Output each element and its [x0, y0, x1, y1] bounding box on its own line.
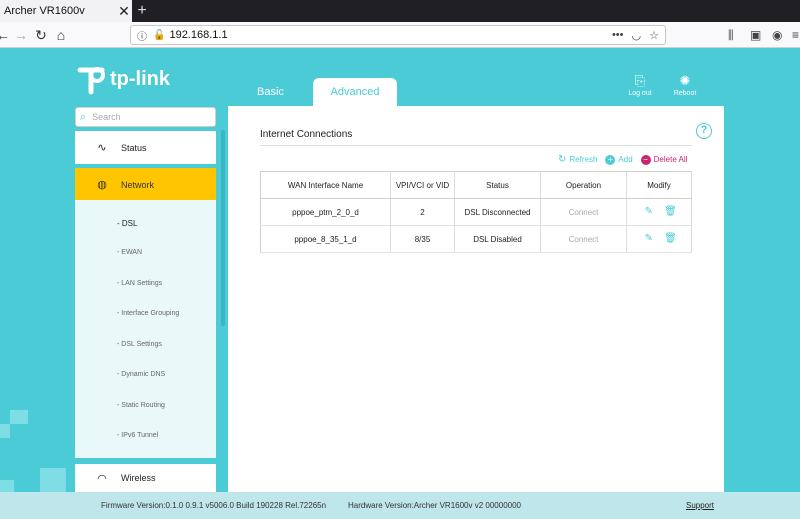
sidebar-subitem-interface-grouping[interactable]: - Interface Grouping — [117, 310, 179, 317]
pulse-icon: ∿ — [97, 142, 107, 154]
modify-cell: ✎ 🗑 — [626, 198, 692, 226]
menu-icon[interactable]: ≡ — [792, 26, 799, 44]
section-title: Internet Connections — [260, 129, 353, 140]
vid-cell: 8/35 — [390, 225, 455, 253]
reboot-button[interactable]: ✺ Reboot — [670, 73, 700, 98]
wan-name-cell: pppoe_ptm_2_0_d — [260, 198, 391, 226]
add-button[interactable]: + Add — [605, 154, 633, 165]
sidebar-item-wireless[interactable]: ◠ Wireless — [75, 464, 216, 492]
sidebar-subitem-static-routing[interactable]: - Static Routing — [117, 402, 165, 409]
address-bar[interactable]: ⓘ 🔓 192.168.1.1 ••• ◡ ☆ — [130, 25, 666, 45]
column-header: Operation — [540, 171, 627, 199]
network-submenu: - DSL - EWAN - LAN Settings - Interface … — [75, 200, 216, 458]
sidebar-subitem-dsl[interactable]: - DSL — [117, 219, 137, 228]
forward-icon[interactable]: → — [12, 26, 30, 44]
delete-all-button[interactable]: − Delete All — [640, 154, 688, 165]
globe-icon: ◍ — [97, 179, 107, 191]
refresh-icon: ↻ — [558, 154, 567, 165]
logout-label: Log out — [628, 90, 652, 97]
reload-icon[interactable]: ↻ — [32, 26, 50, 44]
tab-basic[interactable]: Basic — [257, 86, 284, 98]
bookmark-star-icon[interactable]: ☆ — [649, 29, 659, 42]
browser-tab[interactable]: Archer VR1600v ✕ — [0, 0, 132, 22]
back-icon[interactable]: ← — [0, 26, 12, 44]
wan-table: WAN Interface Name VPI/VCI or VID Status… — [260, 171, 692, 253]
section-divider — [260, 145, 692, 146]
delete-all-label: Delete All — [653, 155, 688, 164]
tplink-logo-icon — [76, 62, 106, 96]
sidebar-subitem-ipv6-tunnel[interactable]: - IPv6 Tunnel — [117, 432, 158, 439]
refresh-button[interactable]: ↻ Refresh — [558, 154, 597, 165]
column-header: VPI/VCI or VID — [390, 171, 455, 199]
sidebar-item-label: Wireless — [121, 473, 156, 483]
support-link[interactable]: Support — [686, 501, 714, 510]
main-content: ? Internet Connections ↻ Refresh + Add −… — [228, 106, 724, 519]
sidebar-subitem-dsl-settings[interactable]: - DSL Settings — [117, 341, 162, 348]
insecure-lock-icon[interactable]: 🔓 — [153, 30, 165, 41]
url-text: 192.168.1.1 — [169, 29, 228, 41]
add-label: Add — [618, 155, 633, 164]
sidebar-item-label: Network — [121, 179, 155, 190]
connect-button[interactable]: Connect — [540, 198, 627, 226]
trash-icon[interactable]: 🗑 — [664, 207, 677, 217]
vid-cell: 2 — [390, 198, 455, 226]
info-icon[interactable]: ⓘ — [137, 28, 147, 43]
search-input[interactable] — [92, 112, 203, 122]
browser-tabbar: Archer VR1600v ✕ + — [0, 0, 800, 22]
logout-button[interactable]: ⎘ Log out — [625, 73, 655, 98]
help-icon[interactable]: ? — [696, 123, 712, 139]
refresh-label: Refresh — [569, 155, 598, 164]
search-box[interactable]: ⌕ — [75, 107, 216, 127]
column-header: Modify — [626, 171, 692, 199]
close-tab-icon[interactable]: ✕ — [116, 3, 132, 20]
sidebar-subitem-ewan[interactable]: - EWAN — [117, 249, 142, 256]
sidebar-subitem-lan-settings[interactable]: - LAN Settings — [117, 280, 162, 287]
edit-icon[interactable]: ✎ — [644, 207, 654, 217]
table-row: pppoe_8_35_1_d 8/35 DSL Disabled Connect… — [260, 225, 692, 253]
table-actions: ↻ Refresh + Add − Delete All — [558, 154, 687, 165]
footer: Firmware Version:0.1.0 0.9.1 v5006.0 Bui… — [0, 492, 800, 519]
table-row: pppoe_ptm_2_0_d 2 DSL Disconnected Conne… — [260, 198, 692, 226]
pocket-icon[interactable]: ◡ — [632, 29, 642, 42]
new-tab-button[interactable]: + — [134, 0, 150, 22]
tplink-logo: tp-link — [76, 62, 170, 96]
sidebar-toggle-icon[interactable]: ▣ — [750, 26, 761, 44]
sidebar-subitem-dynamic-dns[interactable]: - Dynamic DNS — [117, 371, 165, 378]
firmware-version: Firmware Version:0.1.0 0.9.1 v5006.0 Bui… — [101, 501, 327, 510]
hardware-version: Hardware Version:Archer VR1600v v2 00000… — [348, 501, 521, 510]
wan-name-cell: pppoe_8_35_1_d — [260, 225, 391, 253]
minus-icon: − — [640, 154, 651, 165]
home-icon[interactable]: ⌂ — [52, 26, 70, 44]
decor-square — [0, 480, 14, 492]
sidebar-scrollbar[interactable] — [221, 130, 225, 326]
more-actions-icon[interactable]: ••• — [612, 29, 624, 42]
wifi-icon: ◠ — [97, 472, 107, 485]
tab-advanced[interactable]: Advanced — [313, 78, 397, 106]
browser-navbar: ← → ↻ ⌂ ⓘ 🔓 192.168.1.1 ••• ◡ ☆ ⫼ ▣ ◉ ≡ — [0, 22, 800, 48]
reboot-label: Reboot — [673, 90, 697, 97]
trash-icon[interactable]: 🗑 — [664, 234, 677, 244]
tab-title: Archer VR1600v — [4, 5, 85, 17]
decor-square — [0, 424, 10, 438]
sidebar-item-network[interactable]: ◍ Network — [75, 168, 216, 201]
column-header: WAN Interface Name — [260, 171, 391, 199]
library-icon[interactable]: ⫼ — [728, 26, 734, 44]
logout-icon: ⎘ — [634, 73, 646, 88]
sidebar-item-label: Status — [121, 142, 147, 153]
status-cell: DSL Disabled — [454, 225, 541, 253]
search-icon: ⌕ — [80, 110, 87, 123]
modify-cell: ✎ 🗑 — [626, 225, 692, 253]
account-icon[interactable]: ◉ — [772, 26, 782, 44]
decor-square — [10, 410, 28, 424]
connect-button[interactable]: Connect — [540, 225, 627, 253]
column-header: Status — [454, 171, 541, 199]
sidebar-item-status[interactable]: ∿ Status — [75, 131, 216, 164]
add-icon: + — [605, 154, 616, 165]
logo-text: tp-link — [110, 67, 170, 90]
reboot-icon: ✺ — [679, 73, 691, 88]
decor-square — [40, 468, 66, 492]
status-cell: DSL Disconnected — [454, 198, 541, 226]
edit-icon[interactable]: ✎ — [644, 234, 654, 244]
table-header-row: WAN Interface Name VPI/VCI or VID Status… — [260, 171, 692, 199]
